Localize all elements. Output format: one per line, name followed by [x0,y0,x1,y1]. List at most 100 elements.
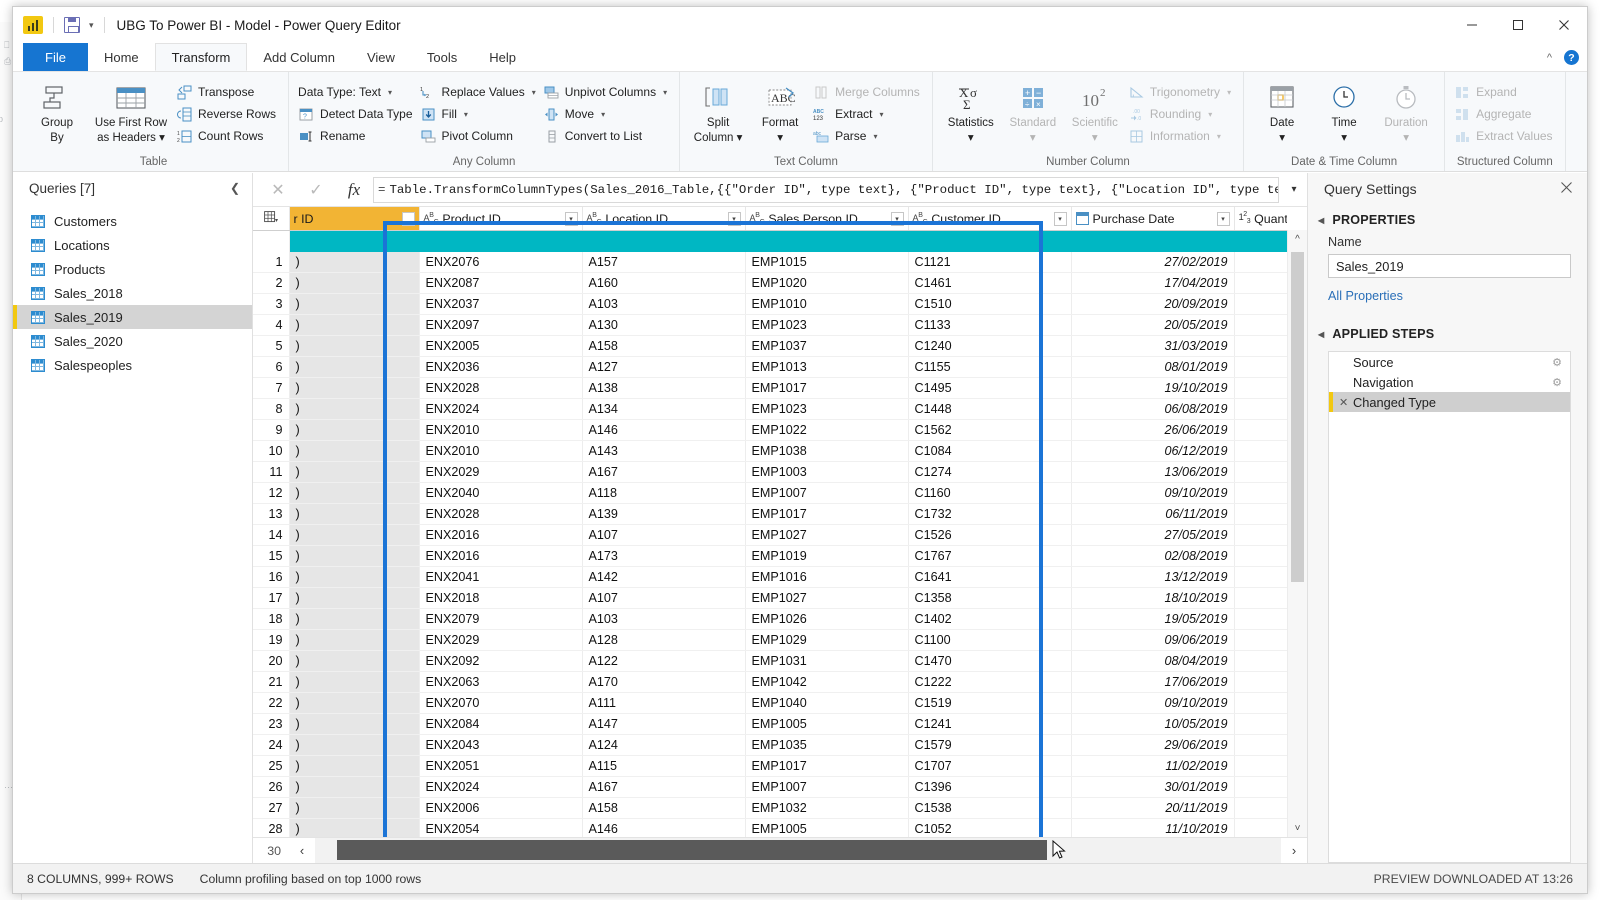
cell-purchase-date[interactable]: 29/06/2019 [1071,734,1235,756]
tab-tools[interactable]: Tools [411,43,473,71]
cell-sales-person-id[interactable]: EMP1019 [745,545,909,567]
cell-quantity[interactable] [1234,755,1287,777]
row-number[interactable]: 26 [253,776,290,798]
cell-purchase-date[interactable]: 13/06/2019 [1071,461,1235,483]
row-number[interactable]: 14 [253,524,290,546]
cell-product-id[interactable]: ENX2087 [419,272,583,294]
cell-customer-id[interactable]: C1274 [908,461,1072,483]
table-row[interactable]: 25) ENX2051 A115 EMP1017 C1707 11/02/2019 [253,755,1287,777]
table-row[interactable]: 4) ENX2097 A130 EMP1023 C1133 20/05/2019 [253,314,1287,336]
cell-customer-id[interactable]: C1402 [908,608,1072,630]
cell-purchase-date[interactable]: 09/10/2019 [1071,692,1235,714]
column-header-product-id[interactable]: ABC Product ID ▾ [419,207,583,231]
cell-customer-id[interactable]: C1579 [908,734,1072,756]
cell-sales-person-id[interactable]: EMP1003 [745,461,909,483]
cell-order-id[interactable]: ) [289,419,420,441]
cell-sales-person-id[interactable]: EMP1007 [745,776,909,798]
cell-sales-person-id[interactable]: EMP1042 [745,671,909,693]
cell-location-id[interactable]: A122 [582,650,746,672]
aggregate-button[interactable]: Aggregate [1452,103,1557,125]
minimize-icon[interactable] [1449,7,1495,43]
cell-order-id[interactable]: ) [289,755,420,777]
information-button[interactable]: Information ▾ [1126,125,1236,147]
properties-section-header[interactable]: ◀ PROPERTIES [1308,205,1587,231]
cell-quantity[interactable] [1234,608,1287,630]
table-row[interactable]: 15) ENX2016 A173 EMP1019 C1767 02/08/2019 [253,545,1287,567]
profiling-status[interactable]: Column profiling based on top 1000 rows [200,872,422,886]
fx-icon[interactable]: fx [335,176,373,204]
column-header-purchase-date[interactable]: Purchase Date ▾ [1071,207,1235,231]
cell-sales-person-id[interactable]: EMP1027 [745,587,909,609]
cell-sales-person-id[interactable]: EMP1032 [745,797,909,819]
cell-product-id[interactable]: ENX2024 [419,398,583,420]
cell-order-id[interactable]: ) [289,587,420,609]
cell-product-id[interactable]: ENX2006 [419,797,583,819]
cell-customer-id[interactable]: C1241 [908,713,1072,735]
unpivot-columns-button[interactable]: Unpivot Columns ▾ [541,81,672,103]
table-row[interactable]: 13) ENX2028 A139 EMP1017 C1732 06/11/2019 [253,503,1287,525]
row-number[interactable]: 4 [253,314,290,336]
cell-product-id[interactable]: ENX2029 [419,629,583,651]
cell-product-id[interactable]: ENX2051 [419,755,583,777]
sidebar-item-customers[interactable]: Customers [13,209,252,233]
cell-quantity[interactable] [1234,461,1287,483]
expand-button[interactable]: Expand [1452,81,1557,103]
cell-purchase-date[interactable]: 09/10/2019 [1071,482,1235,504]
row-number[interactable]: 6 [253,356,290,378]
applied-step-navigation[interactable]: Navigation ⚙ [1329,372,1570,392]
cell-customer-id[interactable]: C1732 [908,503,1072,525]
cell-customer-id[interactable]: C1396 [908,776,1072,798]
tab-help[interactable]: Help [473,43,532,71]
cell-location-id[interactable]: A158 [582,797,746,819]
time-button[interactable]: Time ▾ [1313,77,1375,145]
cell-purchase-date[interactable]: 09/06/2019 [1071,629,1235,651]
row-number[interactable]: 20 [253,650,290,672]
row-number[interactable]: 3 [253,293,290,315]
cell-location-id[interactable]: A128 [582,629,746,651]
cell-purchase-date[interactable]: 13/12/2019 [1071,566,1235,588]
row-number[interactable]: 28 [253,818,290,837]
table-row[interactable]: 14) ENX2016 A107 EMP1027 C1526 27/05/2019 [253,524,1287,546]
tab-file[interactable]: File [23,43,88,71]
extract-button[interactable]: ABC 123 Extract ▾ [811,103,925,125]
row-number[interactable]: 10 [253,440,290,462]
cell-location-id[interactable]: A103 [582,608,746,630]
cell-purchase-date[interactable]: 27/02/2019 [1071,251,1235,273]
cell-sales-person-id[interactable]: EMP1015 [745,251,909,273]
cell-customer-id[interactable]: C1133 [908,314,1072,336]
column-header-location-id[interactable]: ABC Location ID ▾ [582,207,746,231]
gear-icon[interactable]: ⚙ [1552,356,1562,369]
cell-location-id[interactable]: A139 [582,503,746,525]
cell-product-id[interactable]: ENX2040 [419,482,583,504]
chevron-up-icon[interactable]: ^ [1547,52,1552,64]
row-number[interactable]: 27 [253,797,290,819]
cell-product-id[interactable]: ENX2016 [419,545,583,567]
trigonometry-button[interactable]: Trigonometry ▾ [1126,81,1236,103]
cell-order-id[interactable]: ) [289,524,420,546]
cell-order-id[interactable]: ) [289,776,420,798]
cell-quantity[interactable] [1234,398,1287,420]
cell-purchase-date[interactable]: 17/06/2019 [1071,671,1235,693]
chevron-down-icon[interactable]: ▾ [1281,184,1307,195]
table-row[interactable]: 5) ENX2005 A158 EMP1037 C1240 31/03/2019 [253,335,1287,357]
cell-order-id[interactable]: ) [289,503,420,525]
cell-order-id[interactable]: ) [289,293,420,315]
cell-product-id[interactable]: ENX2084 [419,713,583,735]
filter-icon[interactable] [401,211,415,226]
table-row[interactable]: 28) ENX2054 A146 EMP1005 C1052 11/10/2019 [253,818,1287,837]
cell-quantity[interactable] [1234,650,1287,672]
cell-product-id[interactable]: ENX2018 [419,587,583,609]
cell-quantity[interactable] [1234,797,1287,819]
column-header-sales-person-id[interactable]: ABC Sales Person ID ▾ [745,207,909,231]
cell-order-id[interactable]: ) [289,692,420,714]
cell-purchase-date[interactable]: 08/04/2019 [1071,650,1235,672]
cell-purchase-date[interactable]: 11/02/2019 [1071,755,1235,777]
cell-quantity[interactable] [1234,482,1287,504]
cell-customer-id[interactable]: C1495 [908,377,1072,399]
cell-product-id[interactable]: ENX2063 [419,671,583,693]
cell-purchase-date[interactable]: 19/05/2019 [1071,608,1235,630]
cell-location-id[interactable]: A167 [582,776,746,798]
gear-icon[interactable]: ⚙ [1552,376,1562,389]
cell-order-id[interactable]: ) [289,797,420,819]
sidebar-item-sales-2020[interactable]: Sales_2020 [13,329,252,353]
